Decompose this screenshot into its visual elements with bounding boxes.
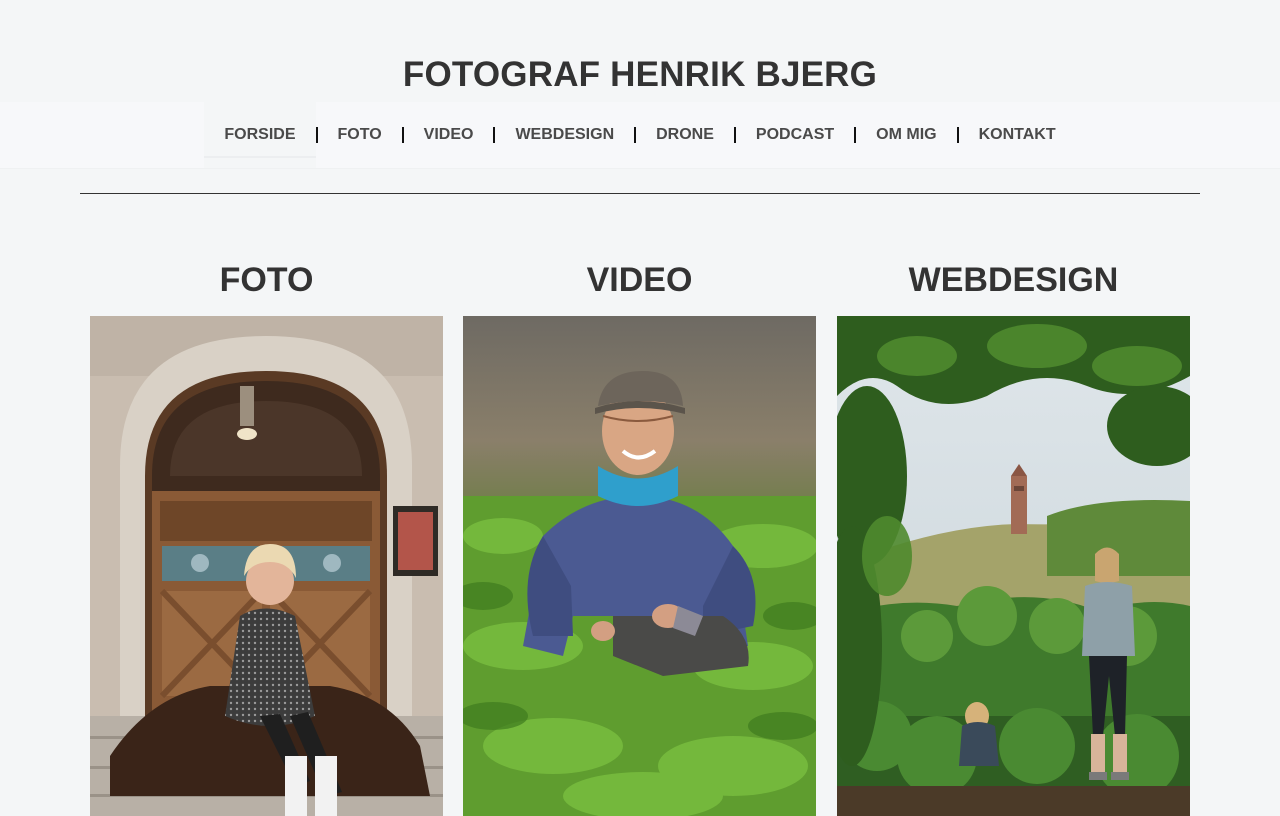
nav-item-foto: FOTO — [318, 102, 404, 168]
section-title-video[interactable]: VIDEO — [463, 255, 816, 305]
section-divider — [80, 193, 1200, 194]
section-title-foto[interactable]: FOTO — [90, 255, 443, 305]
video-image[interactable] — [463, 316, 816, 816]
nav-link-podcast[interactable]: PODCAST — [736, 102, 854, 168]
portrait-photo-woman-doorway — [90, 316, 443, 816]
nav-link-drone[interactable]: DRONE — [636, 102, 734, 168]
section-card-webdesign: WEBDESIGN — [837, 255, 1190, 816]
landscape-photo-tower-hill — [837, 316, 1190, 816]
nav-list: FORSIDE FOTO VIDEO WEBDESIGN DRONE PODCA… — [0, 102, 1280, 168]
section-card-video: VIDEO — [463, 255, 816, 816]
nav-item-video: VIDEO — [404, 102, 496, 168]
webdesign-image[interactable] — [837, 316, 1190, 816]
nav-link-video[interactable]: VIDEO — [404, 102, 494, 168]
foto-image[interactable] — [90, 316, 443, 816]
nav-link-forside[interactable]: FORSIDE — [204, 102, 316, 168]
portrait-photo-man-field — [463, 316, 816, 816]
section-title-webdesign[interactable]: WEBDESIGN — [837, 255, 1190, 305]
nav-item-kontakt: KONTAKT — [959, 102, 1076, 168]
main-navigation: FORSIDE FOTO VIDEO WEBDESIGN DRONE PODCA… — [0, 102, 1280, 168]
nav-item-podcast: PODCAST — [736, 102, 857, 168]
section-card-foto: FOTO — [90, 255, 443, 816]
nav-item-webdesign: WEBDESIGN — [495, 102, 637, 168]
nav-link-om-mig[interactable]: OM MIG — [856, 102, 956, 168]
nav-link-foto[interactable]: FOTO — [318, 102, 402, 168]
nav-link-kontakt[interactable]: KONTAKT — [959, 102, 1076, 168]
nav-item-om-mig: OM MIG — [856, 102, 959, 168]
site-title: FOTOGRAF HENRIK BJERG — [402, 55, 878, 94]
nav-item-drone: DRONE — [636, 102, 736, 168]
nav-item-forside: FORSIDE — [204, 102, 318, 168]
nav-link-webdesign[interactable]: WEBDESIGN — [495, 102, 634, 168]
